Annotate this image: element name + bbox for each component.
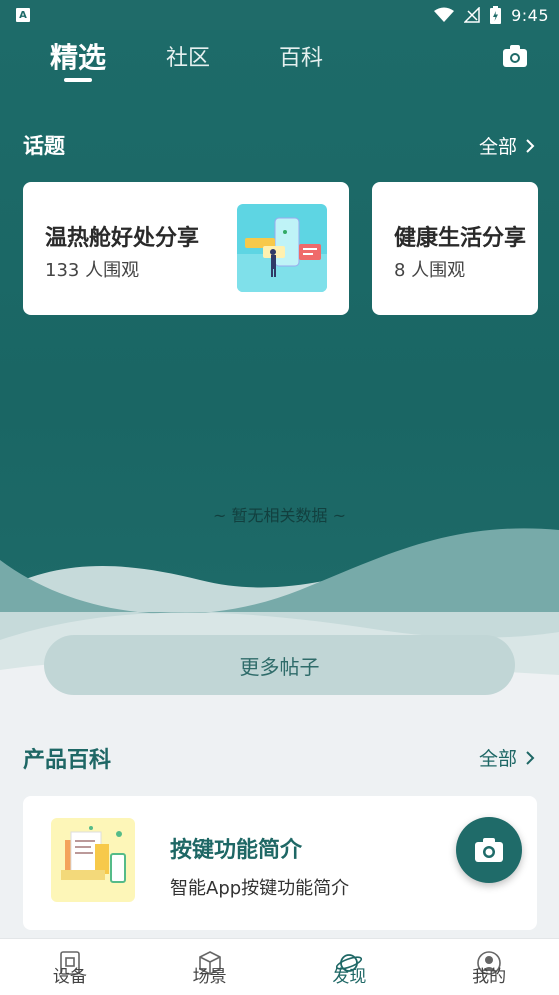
- topic-card[interactable]: 健康生活分享 8 人围观: [372, 182, 538, 315]
- nav-label-device: 设备: [52, 966, 87, 987]
- tab-active-indicator: [64, 78, 92, 82]
- product-wiki-title: 产品百科: [23, 748, 112, 773]
- camera-icon[interactable]: [501, 42, 529, 70]
- camera-fab-button[interactable]: [456, 817, 522, 883]
- chevron-right-icon: [526, 750, 535, 765]
- topic-title: 温热舱好处分享: [45, 226, 200, 251]
- status-time: 9:45: [511, 5, 549, 25]
- topic-views: 8 人围观: [394, 260, 466, 281]
- topic-views: 133 人围观: [45, 260, 140, 281]
- more-posts-button[interactable]: 更多帖子: [44, 635, 515, 695]
- nav-item-discover[interactable]: 发现: [280, 939, 420, 995]
- nav-item-mine[interactable]: 我的: [419, 939, 559, 995]
- tab-community[interactable]: 社区: [166, 40, 210, 72]
- topics-all-label: 全部: [478, 136, 517, 158]
- topics-all-link[interactable]: 全部: [479, 132, 535, 159]
- tab-encyclopedia[interactable]: 百科: [279, 40, 323, 72]
- tab-featured[interactable]: 精选: [50, 36, 106, 76]
- status-bar: A 9:45: [0, 0, 559, 30]
- chevron-right-icon: [526, 138, 535, 153]
- product-thumbnail-image: [51, 818, 135, 902]
- topic-title: 健康生活分享: [394, 226, 527, 251]
- nav-item-scene[interactable]: 场景: [140, 939, 280, 995]
- topic-card[interactable]: 温热舱好处分享 133 人围观: [23, 182, 349, 315]
- signal-icon: [464, 7, 480, 23]
- battery-icon: [490, 6, 502, 24]
- bottom-navigation: 设备 场景 发现 我的: [0, 938, 559, 995]
- top-tabs: 精选 社区 百科: [0, 30, 559, 102]
- product-item-subtitle: 智能App按键功能简介: [170, 878, 350, 899]
- product-wiki-all-link[interactable]: 全部: [479, 744, 535, 771]
- nav-label-discover: 发现: [332, 966, 367, 987]
- product-wiki-all-label: 全部: [478, 748, 517, 770]
- notification-icon: A: [16, 8, 30, 22]
- product-item-title: 按键功能简介: [170, 838, 303, 863]
- topic-thumbnail-image: [237, 204, 327, 292]
- topics-section-title: 话题: [23, 134, 65, 158]
- wifi-icon: [434, 7, 455, 23]
- camera-icon: [475, 838, 503, 862]
- nav-label-scene: 场景: [192, 966, 227, 987]
- nav-label-mine: 我的: [472, 966, 507, 987]
- nav-item-device[interactable]: 设备: [0, 939, 140, 995]
